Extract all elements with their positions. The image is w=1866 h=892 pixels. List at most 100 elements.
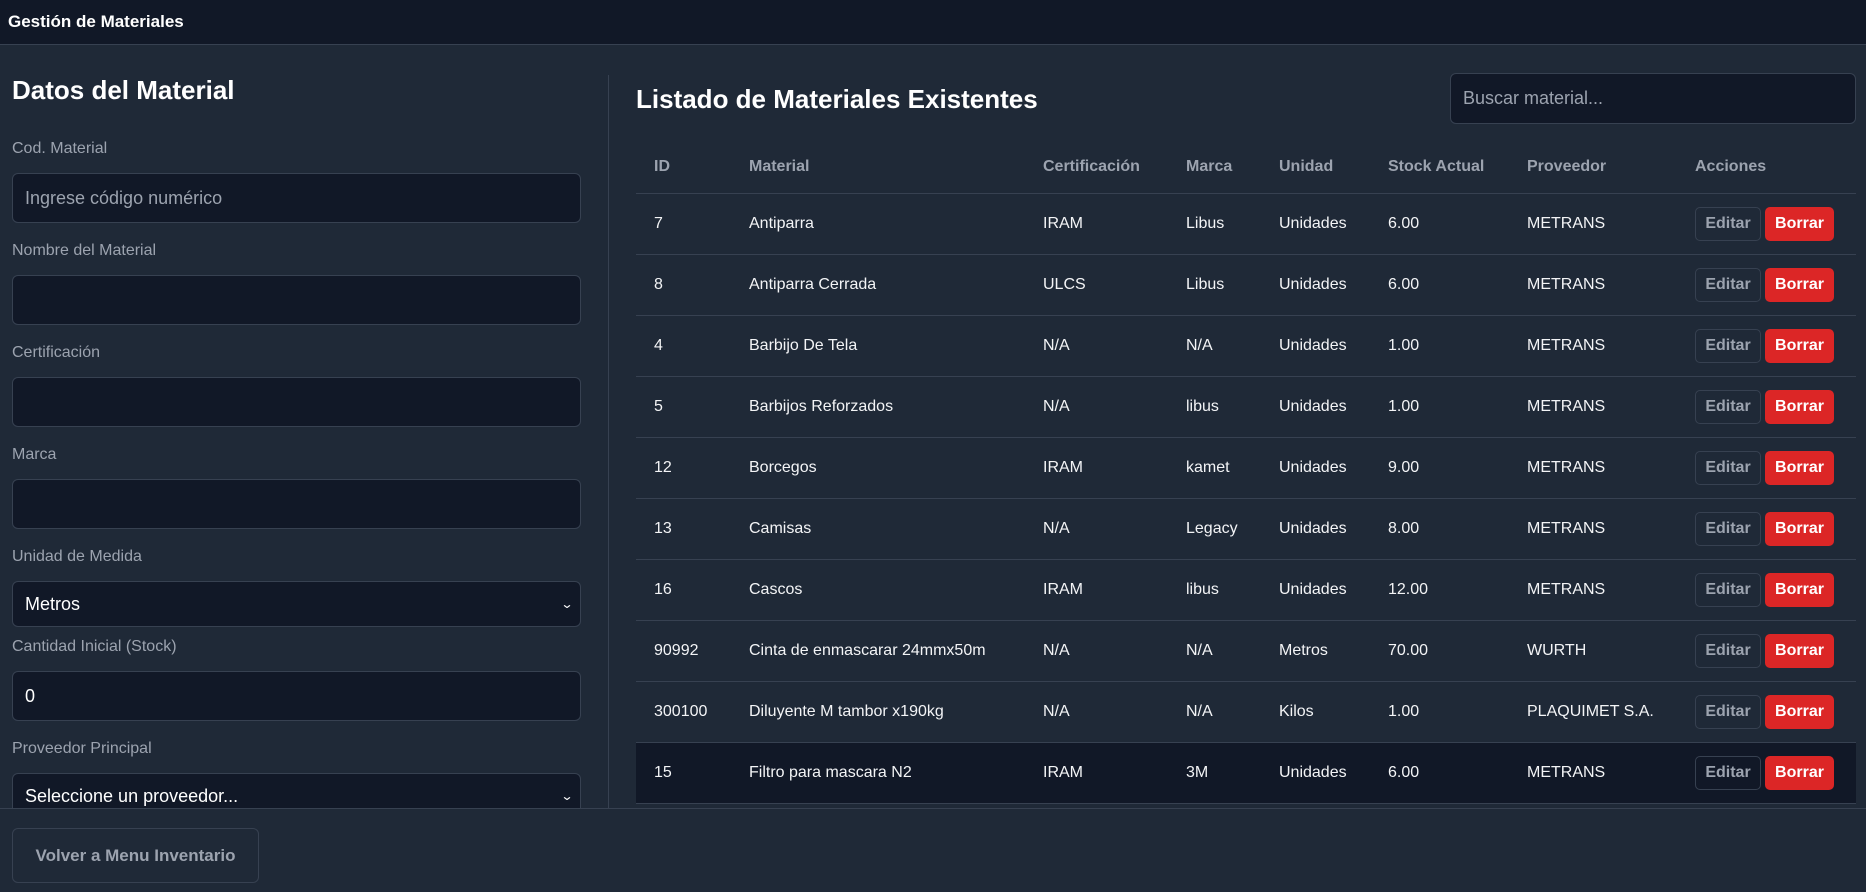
delete-button[interactable]: Borrar <box>1765 633 1834 668</box>
table-cell: 16 <box>636 559 749 621</box>
column-header: Stock Actual <box>1388 142 1527 194</box>
marca-input[interactable] <box>12 479 581 529</box>
table-cell: N/A <box>1186 620 1279 682</box>
form-title: Datos del Material <box>12 75 235 105</box>
table-cell: PLAQUIMET S.A. <box>1527 681 1695 743</box>
field-label: Marca <box>12 446 57 463</box>
column-header: Acciones <box>1695 142 1856 194</box>
actions-cell: Editar Borrar <box>1695 437 1856 499</box>
column-header: Proveedor <box>1527 142 1695 194</box>
table-cell: 6.00 <box>1388 742 1527 804</box>
actions-cell: Editar Borrar <box>1695 193 1856 255</box>
edit-button[interactable]: Editar <box>1695 755 1761 790</box>
delete-button[interactable]: Borrar <box>1765 511 1834 546</box>
back-to-inventory-button[interactable]: Volver a Menu Inventario <box>12 828 259 883</box>
actions-cell: Editar Borrar <box>1695 254 1856 316</box>
delete-button[interactable]: Borrar <box>1765 694 1834 729</box>
select-value: Seleccione un proveedor... <box>25 785 239 806</box>
cantidad-inicial-input[interactable]: 0 <box>12 671 581 721</box>
table-cell: 12 <box>636 437 749 499</box>
table-cell: ULCS <box>1043 254 1186 316</box>
table-cell: Libus <box>1186 193 1279 255</box>
edit-button[interactable]: Editar <box>1695 694 1761 729</box>
table-cell: N/A <box>1043 681 1186 743</box>
edit-button[interactable]: Editar <box>1695 450 1761 485</box>
table-cell: 8 <box>636 254 749 316</box>
table-cell: 300100 <box>636 681 749 743</box>
actions-cell: Editar Borrar <box>1695 742 1856 804</box>
table-cell: N/A <box>1043 376 1186 438</box>
edit-button[interactable]: Editar <box>1695 206 1761 241</box>
table-cell: Unidades <box>1279 315 1388 377</box>
actions-cell: Editar Borrar <box>1695 315 1856 377</box>
delete-button[interactable]: Borrar <box>1765 328 1834 363</box>
table-cell: 15 <box>636 742 749 804</box>
table-cell: IRAM <box>1043 559 1186 621</box>
nombre-material-input[interactable] <box>12 275 581 325</box>
field-label: Nombre del Material <box>12 242 157 259</box>
table-cell: Cinta de enmascarar 24mmx50m <box>749 620 1043 682</box>
column-header: Certificación <box>1043 142 1186 194</box>
table-cell: 1.00 <box>1388 376 1527 438</box>
table-cell: IRAM <box>1043 437 1186 499</box>
table-cell: METRANS <box>1527 498 1695 560</box>
table-cell: Unidades <box>1279 376 1388 438</box>
edit-button[interactable]: Editar <box>1695 328 1761 363</box>
table-cell: METRANS <box>1527 254 1695 316</box>
app-title: Gestión de Materiales <box>8 12 184 31</box>
materials-table: ID Material Certificación Marca Unidad Stock … <box>636 142 1856 804</box>
field-certificacion: Certificación <box>12 344 581 427</box>
delete-button[interactable]: Borrar <box>1765 755 1834 790</box>
table-row: 16 Cascos IRAM libus Unidades 12.00 METRANS Edi… <box>636 559 1856 621</box>
table-cell: Kilos <box>1279 681 1388 743</box>
edit-button[interactable]: Editar <box>1695 389 1761 424</box>
certificacion-input[interactable] <box>12 377 581 427</box>
field-label: Cod. Material <box>12 140 108 157</box>
table-cell: 8.00 <box>1388 498 1527 560</box>
table-cell: Metros <box>1279 620 1388 682</box>
field-label: Proveedor Principal <box>12 740 152 757</box>
delete-button[interactable]: Borrar <box>1765 206 1834 241</box>
table-cell: 70.00 <box>1388 620 1527 682</box>
field-unidad: Unidad de Medida Metros ⌄ <box>12 548 581 627</box>
column-header: ID <box>636 142 749 194</box>
table-cell: Diluyente M tambor x190kg <box>749 681 1043 743</box>
table-cell: 13 <box>636 498 749 560</box>
delete-button[interactable]: Borrar <box>1765 389 1834 424</box>
table-cell: Unidades <box>1279 742 1388 804</box>
cod-material-input[interactable]: Ingrese código numérico <box>12 173 581 223</box>
table-row: 15 Filtro para mascara N2 IRAM 3M Unidades 6.… <box>636 742 1856 804</box>
top-bar: Gestión de Materiales <box>0 0 1866 45</box>
table-cell: METRANS <box>1527 193 1695 255</box>
table-cell: 4 <box>636 315 749 377</box>
search-input[interactable]: Buscar material... <box>1450 73 1856 124</box>
field-cod-material: Cod. Material Ingrese código numérico <box>12 140 581 223</box>
table-cell: 9.00 <box>1388 437 1527 499</box>
table-cell: Antiparra Cerrada <box>749 254 1043 316</box>
edit-button[interactable]: Editar <box>1695 511 1761 546</box>
edit-button[interactable]: Editar <box>1695 267 1761 302</box>
delete-button[interactable]: Borrar <box>1765 450 1834 485</box>
table-cell: METRANS <box>1527 742 1695 804</box>
chevron-down-icon: ⌄ <box>560 597 574 611</box>
delete-button[interactable]: Borrar <box>1765 267 1834 302</box>
proveedor-select[interactable]: Seleccione un proveedor... ⌄ <box>12 773 581 808</box>
table-cell: Barbijo De Tela <box>749 315 1043 377</box>
table-cell: Filtro para mascara N2 <box>749 742 1043 804</box>
table-row: 4 Barbijo De Tela N/A N/A Unidades 1.00 METRAN… <box>636 315 1856 377</box>
table-cell: kamet <box>1186 437 1279 499</box>
table-row: 12 Borcegos IRAM kamet Unidades 9.00 METRANS Ed… <box>636 437 1856 499</box>
table-cell: METRANS <box>1527 315 1695 377</box>
delete-button[interactable]: Borrar <box>1765 572 1834 607</box>
table-cell: Borcegos <box>749 437 1043 499</box>
table-cell: Unidades <box>1279 498 1388 560</box>
field-marca: Marca <box>12 446 581 529</box>
table-cell: Unidades <box>1279 437 1388 499</box>
actions-cell: Editar Borrar <box>1695 559 1856 621</box>
edit-button[interactable]: Editar <box>1695 633 1761 668</box>
table-row: 7 Antiparra IRAM Libus Unidades 6.00 METRANS Ed… <box>636 193 1856 255</box>
table-cell: WURTH <box>1527 620 1695 682</box>
table-cell: 1.00 <box>1388 681 1527 743</box>
unidad-medida-select[interactable]: Metros ⌄ <box>12 581 581 627</box>
edit-button[interactable]: Editar <box>1695 572 1761 607</box>
